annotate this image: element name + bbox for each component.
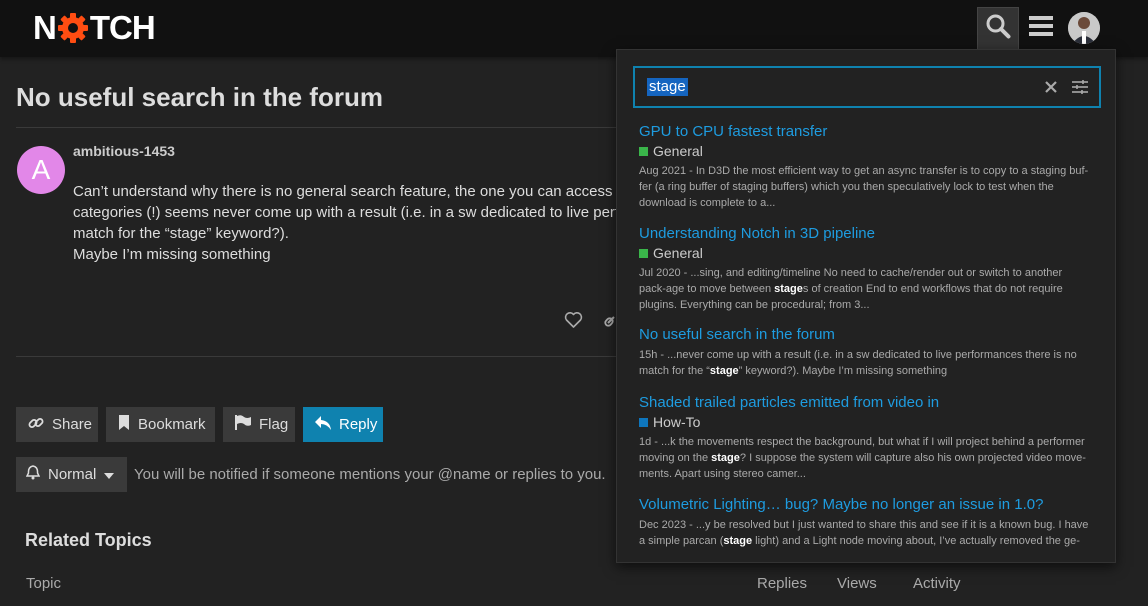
close-icon[interactable] <box>1043 79 1059 95</box>
search-highlight: stage <box>774 283 803 295</box>
post-author-username[interactable]: ambitious-1453 <box>73 143 175 159</box>
notification-description: You will be notified if someone mentions… <box>134 466 606 483</box>
reply-label: Reply <box>339 416 378 433</box>
post-line: Can’t understand why there is no general… <box>73 183 633 200</box>
header-menu-button[interactable] <box>1020 7 1062 49</box>
blurb-text: ” keyword?). Maybe I’m missing something <box>738 365 948 377</box>
post-line: Maybe I’m missing something <box>73 246 271 263</box>
search-result-item[interactable]: Shaded trailed particles emitted from vi… <box>639 393 1091 482</box>
caret-down-icon <box>104 466 115 483</box>
bell-icon <box>25 465 41 484</box>
post-line: match for the “stage” keyword?). <box>73 225 289 242</box>
link-icon <box>28 415 44 435</box>
category-name: General <box>653 143 703 159</box>
category-badge[interactable]: General <box>639 142 1091 160</box>
flag-icon <box>235 415 251 434</box>
blurb-text: Aug 2021 - In D3D the most efficient way… <box>639 165 1089 209</box>
search-result-blurb: 1d - ...k the movements respect the back… <box>639 434 1091 482</box>
search-result-title[interactable]: Understanding Notch in 3D pipeline <box>639 224 1091 243</box>
category-badge[interactable]: How-To <box>639 413 1091 431</box>
site-logo[interactable]: N TCH <box>33 9 156 46</box>
search-query-value[interactable]: stage <box>647 78 688 96</box>
column-header-views[interactable]: Views <box>837 575 877 592</box>
search-icon <box>985 13 1011 44</box>
search-input[interactable]: stage <box>633 66 1101 108</box>
search-result-title[interactable]: GPU to CPU fastest transfer <box>639 122 1091 141</box>
search-result-blurb: Jul 2020 - ...sing, and editing/timeline… <box>639 265 1091 313</box>
share-label: Share <box>52 416 93 433</box>
post-author-avatar[interactable]: A <box>17 146 65 194</box>
divider <box>16 356 636 357</box>
search-menu-panel: stage GPU to CPU fastest transfer Genera… <box>616 49 1116 563</box>
hamburger-icon <box>1029 15 1053 42</box>
flag-button[interactable]: Flag <box>223 407 295 442</box>
search-highlight: stage <box>723 535 753 547</box>
column-header-topic[interactable]: Topic <box>26 575 61 592</box>
topic-title[interactable]: No useful search in the forum <box>16 82 383 113</box>
category-name: General <box>653 245 703 261</box>
heart-icon[interactable] <box>564 311 583 329</box>
search-result-item[interactable]: Volumetric Lighting… bug? Maybe no longe… <box>639 495 1091 549</box>
logo-text-start: N <box>33 9 57 46</box>
search-result-title[interactable]: Shaded trailed particles emitted from vi… <box>639 393 1091 412</box>
header-search-button[interactable] <box>977 7 1019 49</box>
related-topics-heading: Related Topics <box>25 530 152 550</box>
logo-text-end: TCH <box>89 9 156 46</box>
flag-label: Flag <box>259 416 289 433</box>
gear-logo-icon <box>57 12 89 44</box>
reply-icon <box>315 415 331 434</box>
sliders-icon[interactable] <box>1071 79 1089 95</box>
category-name: How-To <box>653 414 701 430</box>
bookmark-icon <box>118 415 130 434</box>
divider <box>16 127 636 128</box>
share-button[interactable]: Share <box>16 407 98 442</box>
category-color-swatch <box>639 417 648 427</box>
column-header-replies[interactable]: Replies <box>757 575 807 592</box>
search-result-title[interactable]: Volumetric Lighting… bug? Maybe no longe… <box>639 495 1091 514</box>
reply-button[interactable]: Reply <box>303 407 383 442</box>
bookmark-label: Bookmark <box>138 416 206 433</box>
blurb-text: light) and a Light node moving about, I’… <box>752 535 1080 547</box>
search-result-item[interactable]: Understanding Notch in 3D pipeline Gener… <box>639 224 1091 313</box>
notification-level-label: Normal <box>48 466 97 483</box>
search-result-blurb: Aug 2021 - In D3D the most efficient way… <box>639 163 1091 211</box>
user-avatar[interactable] <box>1068 12 1100 44</box>
category-color-swatch <box>639 248 648 258</box>
search-highlight: stage <box>711 452 740 464</box>
search-result-title[interactable]: No useful search in the forum <box>639 325 1091 344</box>
search-result-item[interactable]: GPU to CPU fastest transfer General Aug … <box>639 122 1091 211</box>
bookmark-button[interactable]: Bookmark <box>106 407 215 442</box>
column-header-activity[interactable]: Activity <box>913 575 961 592</box>
category-badge[interactable]: General <box>639 244 1091 262</box>
post-body: Can’t understand why there is no general… <box>73 181 633 265</box>
post-line: categories (!) seems never come up with … <box>73 204 628 221</box>
search-highlight: stage <box>709 365 739 377</box>
search-result-blurb: 15h - ...never come up with a result (i.… <box>639 347 1091 379</box>
notification-level-dropdown[interactable]: Normal <box>16 457 127 492</box>
category-color-swatch <box>639 146 648 156</box>
search-result-item[interactable]: No useful search in the forum 15h - ...n… <box>639 325 1091 379</box>
search-result-blurb: Dec 2023 - ...y be resolved but I just w… <box>639 517 1091 549</box>
